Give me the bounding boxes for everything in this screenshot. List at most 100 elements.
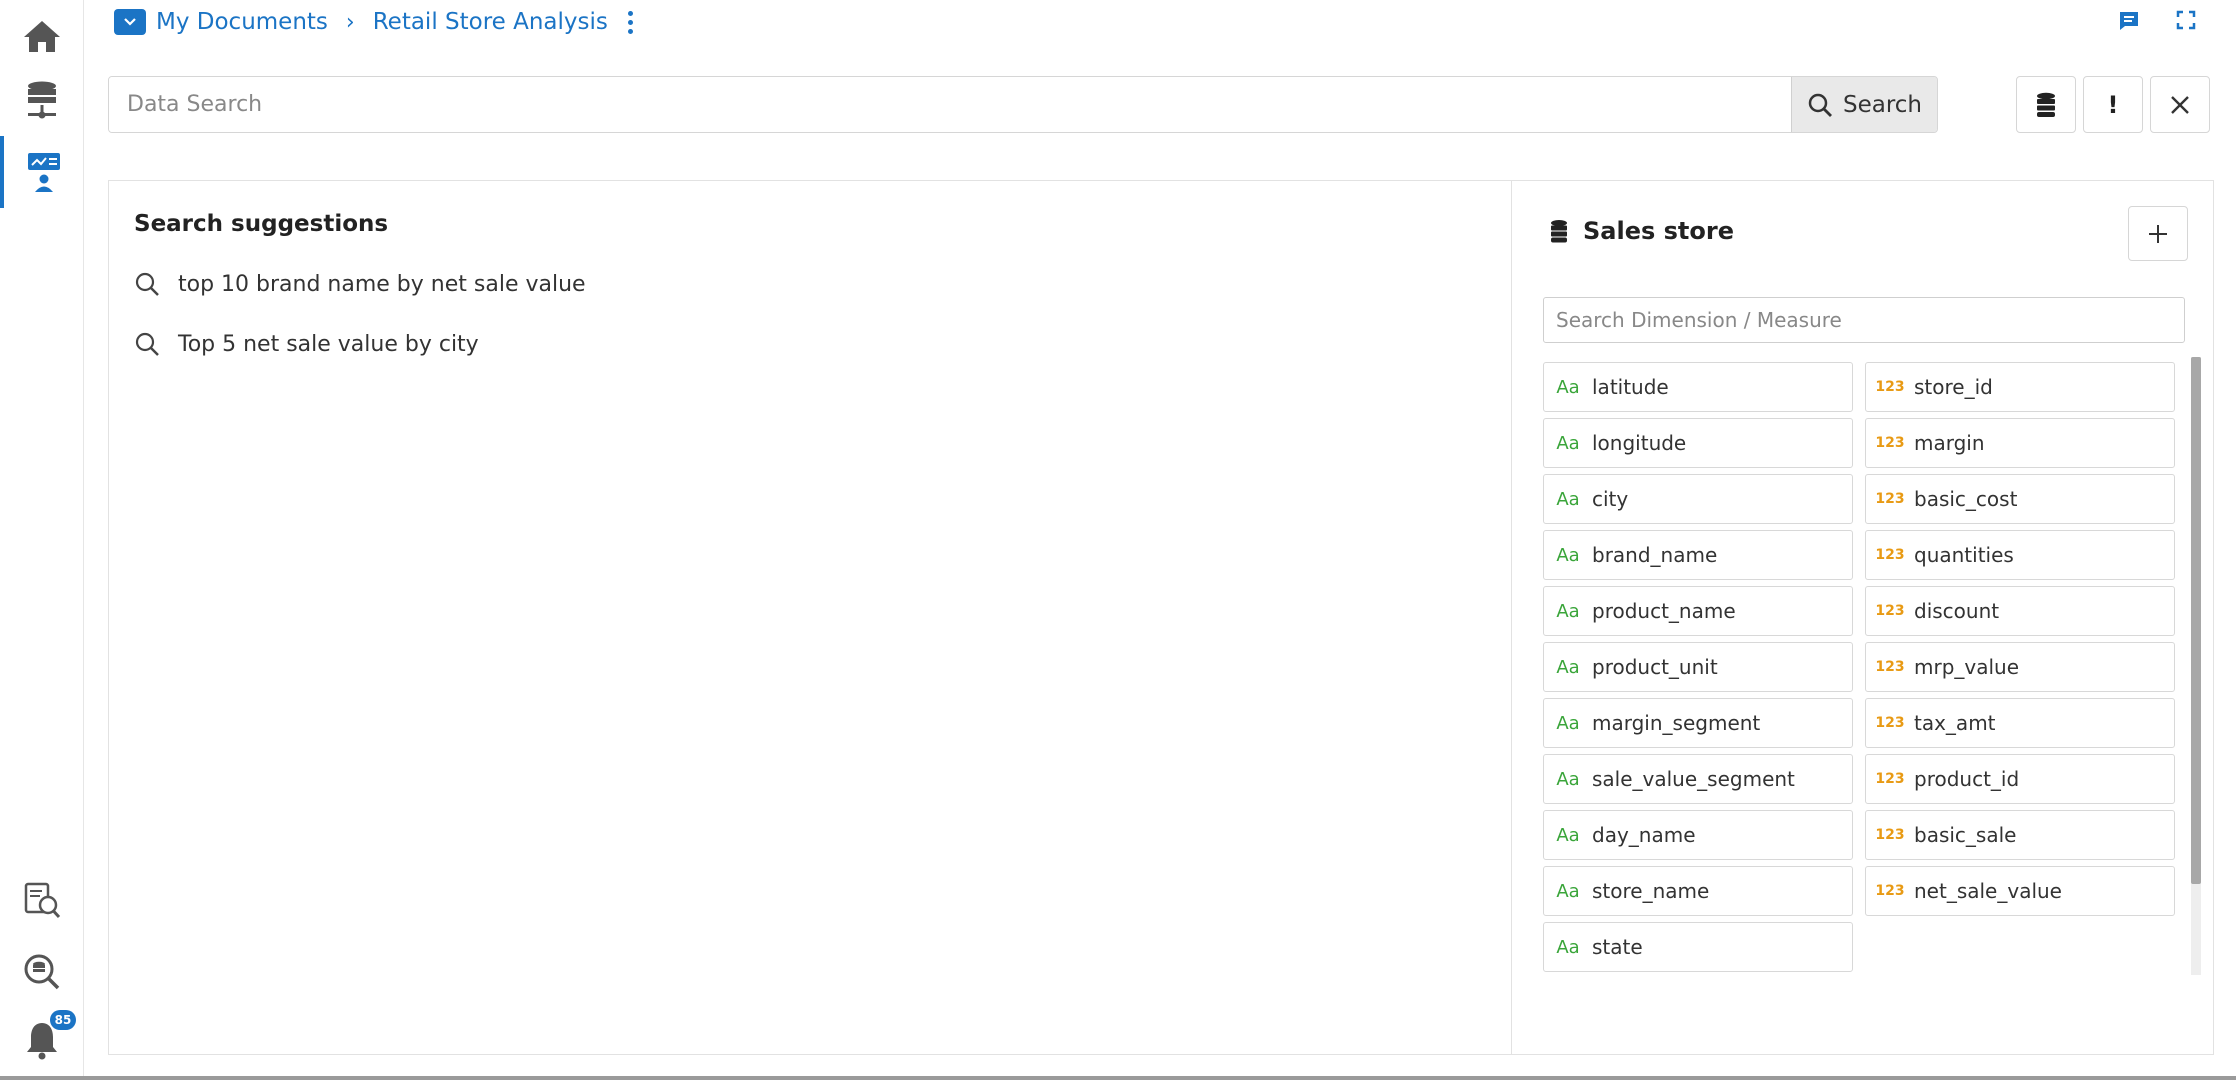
data-connectors-button[interactable]	[0, 64, 84, 136]
field-label: margin_segment	[1592, 711, 1761, 735]
dimension-field[interactable]: Aa longitude	[1543, 418, 1853, 468]
text-type-icon: Aa	[1556, 712, 1580, 734]
measure-field[interactable]: 123 net_sale_value	[1865, 866, 2175, 916]
fullscreen-icon	[2176, 10, 2196, 30]
field-label: product_id	[1914, 767, 2020, 791]
breadcrumb-current-document[interactable]: Retail Store Analysis	[373, 9, 608, 35]
field-label: state	[1592, 935, 1643, 959]
suggestion-item[interactable]: Top 5 net sale value by city	[134, 324, 479, 364]
home-icon	[24, 21, 60, 52]
breadcrumb-my-documents[interactable]: My Documents	[156, 9, 328, 35]
notification-count-badge: 85	[50, 1010, 76, 1030]
measure-field[interactable]: 123 basic_cost	[1865, 474, 2175, 524]
report-search-button[interactable]	[0, 864, 84, 936]
fullscreen-button[interactable]	[2176, 10, 2196, 36]
search-icon	[1808, 93, 1832, 117]
field-label: city	[1592, 487, 1629, 511]
datasource-button[interactable]	[2016, 76, 2076, 133]
home-button[interactable]	[0, 0, 84, 72]
info-button[interactable]: !	[2083, 76, 2143, 133]
dimension-field[interactable]: Aa product_unit	[1543, 642, 1853, 692]
text-type-icon: Aa	[1556, 824, 1580, 846]
search-icon	[135, 332, 159, 356]
dimension-field[interactable]: Aa sale_value_segment	[1543, 754, 1853, 804]
dimension-field[interactable]: Aa store_name	[1543, 866, 1853, 916]
close-icon	[2171, 95, 2189, 114]
field-label: margin	[1914, 431, 1985, 455]
top-right-actions	[2118, 10, 2196, 36]
data-science-button[interactable]	[0, 136, 84, 208]
field-label: tax_amt	[1914, 711, 1996, 735]
measure-field[interactable]: 123 tax_amt	[1865, 698, 2175, 748]
measure-field[interactable]: 123 quantities	[1865, 530, 2175, 580]
field-label: product_unit	[1592, 655, 1718, 679]
folder-menu-button[interactable]	[114, 9, 146, 35]
field-label: basic_cost	[1914, 487, 2018, 511]
chevron-down-icon	[124, 18, 136, 26]
dimension-measure-search-input[interactable]	[1543, 297, 2185, 343]
chevron-right-icon: ›	[345, 9, 355, 35]
add-datasource-button[interactable]	[2128, 206, 2188, 261]
measure-field[interactable]: 123 basic_sale	[1865, 810, 2175, 860]
suggestions-title: Search suggestions	[134, 211, 389, 237]
main-panel: Search suggestions top 10 brand name by …	[108, 180, 2214, 1055]
more-options-icon[interactable]	[627, 10, 633, 34]
dimension-field[interactable]: Aa latitude	[1543, 362, 1853, 412]
comment-icon	[2120, 12, 2138, 30]
scrollbar-thumb[interactable]	[2191, 357, 2201, 884]
field-label: basic_sale	[1914, 823, 2017, 847]
dimension-field[interactable]: Aa brand_name	[1543, 530, 1853, 580]
number-type-icon: 123	[1875, 771, 1905, 787]
close-button[interactable]	[2150, 76, 2210, 133]
text-type-icon: Aa	[1556, 544, 1580, 566]
measure-field[interactable]: 123 product_id	[1865, 754, 2175, 804]
text-type-icon: Aa	[1556, 376, 1580, 398]
number-type-icon: 123	[1875, 659, 1905, 675]
search-icon	[135, 272, 159, 296]
text-type-icon: Aa	[1556, 656, 1580, 678]
measure-field[interactable]: 123 store_id	[1865, 362, 2175, 412]
datasource-name: Sales store	[1583, 217, 1734, 245]
field-label: store_id	[1914, 375, 1993, 399]
field-label: product_name	[1592, 599, 1736, 623]
field-label: latitude	[1592, 375, 1669, 399]
measure-field[interactable]: 123 mrp_value	[1865, 642, 2175, 692]
number-type-icon: 123	[1875, 603, 1905, 619]
field-label: sale_value_segment	[1592, 767, 1795, 791]
left-rail: 85	[0, 0, 84, 1080]
measure-field[interactable]: 123 margin	[1865, 418, 2175, 468]
breadcrumb: My Documents › Retail Store Analysis	[114, 0, 633, 44]
dimension-field[interactable]: Aa margin_segment	[1543, 698, 1853, 748]
suggestion-text: top 10 brand name by net sale value	[178, 271, 586, 297]
field-label: mrp_value	[1914, 655, 2020, 679]
field-label: brand_name	[1592, 543, 1718, 567]
search-suggestions-pane: Search suggestions top 10 brand name by …	[109, 181, 1512, 1054]
dimension-field[interactable]: Aa day_name	[1543, 810, 1853, 860]
comments-button[interactable]	[2118, 10, 2140, 36]
data-explore-button[interactable]	[0, 936, 84, 1008]
report-search-icon	[24, 882, 61, 919]
exclamation-icon: !	[2107, 90, 2119, 119]
database-icon	[1551, 220, 1567, 243]
datasource-pane: Sales store AalatitudeAalongitudeAacityA…	[1513, 181, 2213, 1054]
number-type-icon: 123	[1875, 435, 1905, 451]
data-search-input[interactable]	[109, 77, 1791, 132]
text-type-icon: Aa	[1556, 488, 1580, 510]
number-type-icon: 123	[1875, 715, 1905, 731]
field-label: longitude	[1592, 431, 1687, 455]
suggestion-item[interactable]: top 10 brand name by net sale value	[134, 264, 586, 304]
data-search-bar: Search	[108, 76, 1938, 133]
text-type-icon: Aa	[1556, 936, 1580, 958]
database-icon	[2037, 92, 2055, 117]
field-list-scrollbar[interactable]	[2191, 357, 2201, 975]
number-type-icon: 123	[1875, 827, 1905, 843]
dimension-field[interactable]: Aa state	[1543, 922, 1853, 972]
search-button[interactable]: Search	[1791, 77, 1937, 132]
notifications-button[interactable]: 85	[0, 1004, 84, 1076]
dimension-field[interactable]: Aa city	[1543, 474, 1853, 524]
number-type-icon: 123	[1875, 883, 1905, 899]
field-label: net_sale_value	[1914, 879, 2062, 903]
data-explore-icon	[24, 954, 60, 990]
measure-field[interactable]: 123 discount	[1865, 586, 2175, 636]
dimension-field[interactable]: Aa product_name	[1543, 586, 1853, 636]
